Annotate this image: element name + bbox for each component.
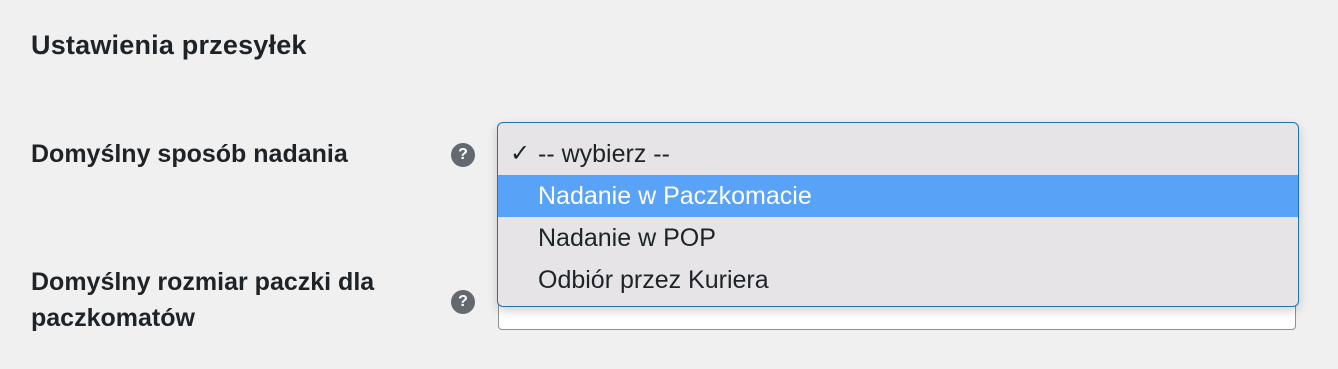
option-label: Nadanie w Paczkomacie bbox=[538, 182, 812, 210]
sending-method-label: Domyślny sposób nadania bbox=[31, 140, 348, 168]
shipping-settings-page: Ustawienia przesyłek Domyślny sposób nad… bbox=[0, 0, 1338, 369]
dropdown-option-kurier[interactable]: Odbiór przez Kuriera bbox=[498, 259, 1298, 301]
help-icon[interactable]: ? bbox=[451, 290, 475, 314]
option-label: Odbiór przez Kuriera bbox=[538, 266, 769, 294]
option-label: -- wybierz -- bbox=[538, 140, 670, 168]
section-title: Ustawienia przesyłek bbox=[31, 30, 307, 60]
dropdown-option-pop[interactable]: Nadanie w POP bbox=[498, 217, 1298, 259]
checkmark-icon: ✓ bbox=[510, 140, 531, 167]
parcel-size-label: Domyślny rozmiar paczki dla paczkomatów bbox=[31, 268, 375, 332]
help-icon[interactable]: ? bbox=[451, 143, 475, 167]
option-label: Nadanie w POP bbox=[538, 224, 716, 252]
dropdown-option-wybierz[interactable]: ✓ -- wybierz -- bbox=[498, 133, 1298, 175]
sending-method-dropdown[interactable]: ✓ -- wybierz -- Nadanie w Paczkomacie Na… bbox=[497, 122, 1299, 307]
dropdown-option-paczkomat[interactable]: Nadanie w Paczkomacie bbox=[498, 175, 1298, 217]
